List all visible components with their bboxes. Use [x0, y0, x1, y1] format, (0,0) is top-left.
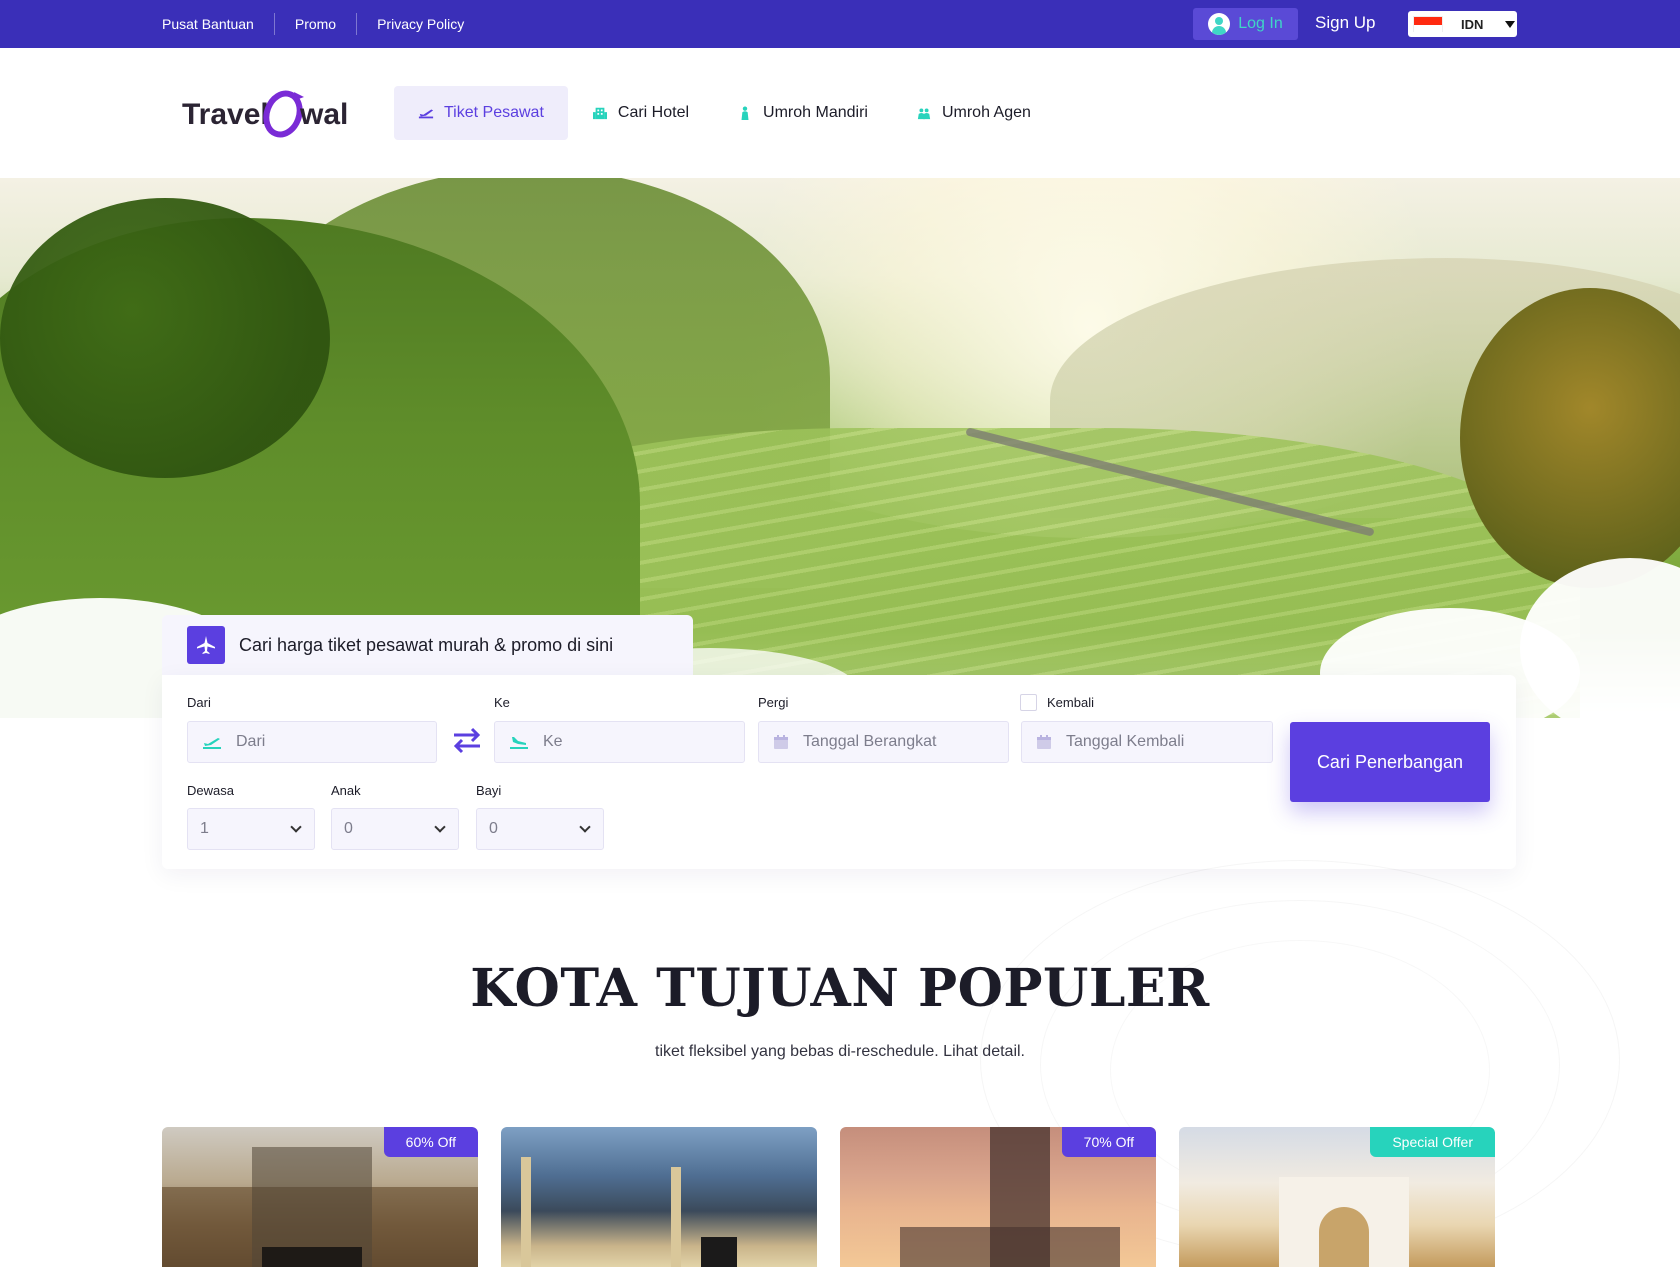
- children-select[interactable]: 0: [331, 808, 459, 850]
- svg-text:Travel: Travel: [182, 98, 269, 131]
- search-tab-header: Cari harga tiket pesawat murah & promo d…: [162, 615, 693, 675]
- adults-select[interactable]: 1: [187, 808, 315, 850]
- plane-landing-icon: [510, 737, 528, 749]
- children-value: 0: [344, 820, 353, 837]
- section-subtitle: tiket fleksibel yang bebas di-reschedule…: [655, 1043, 1025, 1060]
- chevron-down-icon: [579, 821, 591, 833]
- hotel-icon: [592, 107, 607, 120]
- search-flights-button[interactable]: Cari Penerbangan: [1290, 722, 1490, 802]
- destination-card[interactable]: Special Offer: [1179, 1127, 1495, 1267]
- nav-label: Tiket Pesawat: [444, 104, 544, 121]
- return-date-input[interactable]: Tanggal Kembali: [1021, 721, 1273, 763]
- plane-takeoff-icon: [418, 109, 434, 119]
- user-icon: [1208, 13, 1231, 35]
- airplane-icon: [187, 626, 225, 664]
- person-icon: [741, 106, 749, 120]
- search-tab-title: Cari harga tiket pesawat murah & promo d…: [239, 634, 614, 655]
- to-placeholder: Ke: [543, 733, 563, 750]
- language-code: IDN: [1461, 16, 1484, 32]
- language-select[interactable]: IDN: [1408, 11, 1517, 37]
- link-privacy-policy[interactable]: Privacy Policy: [356, 13, 484, 35]
- indonesia-flag-icon: [1413, 16, 1443, 33]
- travelawal-logo[interactable]: Travel wal: [182, 88, 377, 138]
- login-button[interactable]: Log In: [1193, 8, 1298, 40]
- discount-badge: 70% Off: [1061, 1127, 1156, 1157]
- link-pusat-bantuan[interactable]: Pusat Bantuan: [162, 13, 274, 35]
- from-placeholder: Dari: [236, 733, 266, 750]
- caret-down-icon: [1505, 20, 1516, 28]
- depart-placeholder: Tanggal Berangkat: [803, 733, 937, 750]
- flight-search-form: Dari Dari Ke Ke Pergi Tanggal Berangkat …: [162, 675, 1516, 869]
- destination-card[interactable]: 60% Off: [162, 1127, 478, 1267]
- nav-umroh-agen[interactable]: Umroh Agen: [892, 86, 1055, 140]
- to-label: Ke: [494, 695, 510, 710]
- primary-nav: Tiket Pesawat Cari Hotel Umroh Mandiri U…: [394, 86, 1055, 140]
- adults-label: Dewasa: [187, 783, 234, 798]
- infants-label: Bayi: [476, 783, 502, 798]
- return-label: Kembali: [1047, 695, 1094, 710]
- return-checkbox[interactable]: [1020, 694, 1037, 711]
- depart-label: Pergi: [758, 695, 789, 710]
- section-title: KOTA TUJUAN POPULER: [470, 958, 1210, 1019]
- nav-label: Umroh Agen: [941, 104, 1031, 121]
- infants-select[interactable]: 0: [476, 808, 604, 850]
- utility-links: Pusat Bantuan Promo Privacy Policy: [162, 0, 484, 48]
- link-promo[interactable]: Promo: [273, 13, 356, 35]
- nav-tiket-pesawat[interactable]: Tiket Pesawat: [394, 86, 568, 140]
- nav-umroh-mandiri[interactable]: Umroh Mandiri: [713, 86, 892, 140]
- top-utility-bar: Pusat Bantuan Promo Privacy Policy Log I…: [0, 0, 1680, 48]
- destination-card[interactable]: [501, 1127, 817, 1267]
- calendar-icon: [774, 735, 788, 749]
- login-label: Log In: [1238, 15, 1283, 32]
- plane-takeoff-icon: [203, 738, 221, 749]
- group-icon: [917, 108, 931, 120]
- to-input[interactable]: Ke: [494, 721, 745, 763]
- nav-label: Cari Hotel: [617, 104, 690, 121]
- chevron-down-icon: [434, 821, 446, 833]
- svg-text:wal: wal: [299, 98, 348, 131]
- nav-cari-hotel[interactable]: Cari Hotel: [568, 86, 713, 140]
- depart-date-input[interactable]: Tanggal Berangkat: [758, 721, 1009, 763]
- adults-value: 1: [200, 820, 209, 837]
- children-label: Anak: [331, 783, 361, 798]
- from-label: Dari: [187, 695, 211, 710]
- discount-badge: 60% Off: [383, 1127, 478, 1157]
- infants-value: 0: [489, 820, 498, 837]
- chevron-down-icon: [290, 821, 302, 833]
- special-offer-badge: Special Offer: [1370, 1127, 1495, 1157]
- return-placeholder: Tanggal Kembali: [1066, 733, 1185, 750]
- from-input[interactable]: Dari: [187, 721, 437, 763]
- signup-link[interactable]: Sign Up: [1315, 13, 1375, 33]
- swap-icon[interactable]: [451, 725, 483, 755]
- calendar-icon: [1037, 735, 1051, 749]
- nav-label: Umroh Mandiri: [763, 104, 868, 121]
- destination-card[interactable]: 70% Off: [840, 1127, 1156, 1267]
